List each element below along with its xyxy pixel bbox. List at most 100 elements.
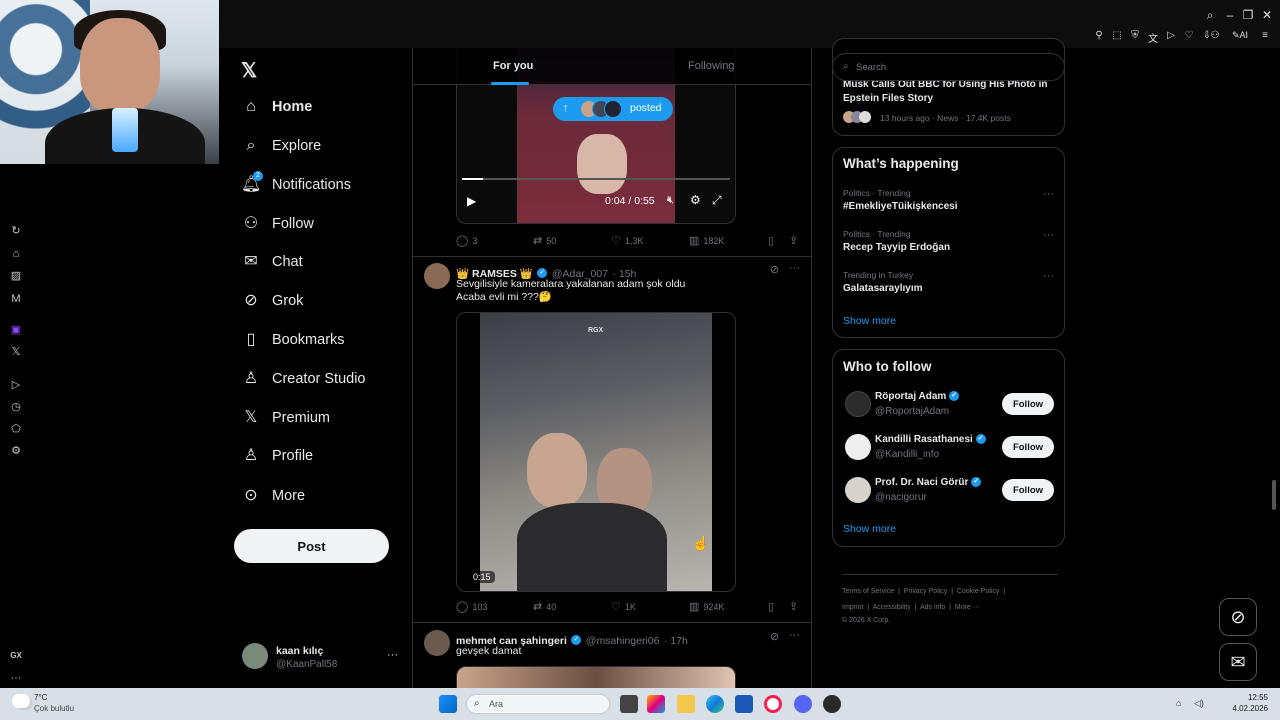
more-icon[interactable]: ··· (789, 262, 800, 274)
scrollbar-thumb[interactable] (1272, 480, 1276, 510)
footer-link[interactable]: Terms of Service (842, 588, 894, 595)
x-logo-icon[interactable]: 𝕏 (241, 58, 257, 83)
grok-icon[interactable]: ⊘ (770, 263, 779, 276)
messages-fab-icon[interactable]: ✉ (1219, 643, 1257, 681)
avatar[interactable] (845, 391, 871, 417)
task-view-icon[interactable] (620, 695, 638, 713)
nav-item-more[interactable]: ⊙ More (241, 482, 305, 510)
speaker-icon[interactable]: ◁) (1194, 698, 1204, 709)
video-progress-track[interactable] (462, 178, 730, 180)
x-sidebar-icon[interactable]: 𝕏 (9, 345, 23, 359)
trend-name[interactable]: Galatasaraylıyım (843, 283, 923, 294)
nav-item-bookmarks[interactable]: ▯ Bookmarks (241, 326, 345, 354)
steam-icon[interactable] (823, 695, 841, 713)
mute-icon[interactable]: 🔇︎ (667, 194, 674, 207)
tab-for-you[interactable]: For you (493, 60, 533, 72)
nav-item-profile[interactable]: ♙ Profile (241, 442, 313, 470)
pin-icon[interactable]: ⚲ (1091, 30, 1107, 41)
views-button[interactable]: ▥ 924K (689, 600, 724, 613)
nav-item-follow[interactable]: ⚇ Follow (241, 210, 314, 238)
taskbar-search-input[interactable]: ⌕ Ara (466, 694, 610, 714)
reply-button[interactable]: ◯ 103 (456, 600, 487, 613)
bookmark-button[interactable]: ▯ (768, 234, 778, 247)
discord-icon[interactable] (794, 695, 812, 713)
messenger-icon[interactable]: M (9, 292, 23, 306)
avatar[interactable] (845, 434, 871, 460)
share-button[interactable]: ⇪ (789, 600, 802, 613)
nav-item-creator-studio[interactable]: ♙ Creator Studio (241, 365, 366, 393)
tweet-time[interactable]: · 17h (664, 635, 688, 647)
twitch-icon[interactable]: ▣ (9, 323, 23, 337)
post-button[interactable]: Post (234, 529, 389, 563)
follow-user-name[interactable]: Kandilli Rasathanesi ✓ (875, 434, 986, 445)
tab-following[interactable]: Following (688, 60, 734, 72)
avatar[interactable] (424, 263, 450, 289)
edge-icon[interactable] (706, 695, 724, 713)
restore-icon[interactable]: ❐ (1240, 8, 1256, 22)
heart-icon[interactable]: ♡ (1181, 30, 1197, 41)
repost-button[interactable]: ⇄ 40 (533, 600, 556, 613)
trend-more-icon[interactable]: ··· (1043, 229, 1054, 241)
new-posts-pill[interactable]: ↑ posted (553, 97, 673, 121)
tweet-author-handle[interactable]: @msahingeri06 (586, 635, 660, 647)
bookmark-button[interactable]: ▯ (768, 600, 778, 613)
play-icon[interactable]: ▷ (1163, 30, 1179, 41)
follow-button[interactable]: Follow (1002, 436, 1054, 458)
grok-fab-icon[interactable]: ⊘ (1219, 598, 1257, 636)
nav-item-premium[interactable]: 𝕏 Premium (241, 404, 330, 432)
footer-link[interactable]: Cookie Policy (957, 588, 999, 595)
weather-temp[interactable]: 7°C (34, 693, 47, 702)
trend-more-icon[interactable]: ··· (1043, 188, 1054, 200)
gx-label[interactable]: GX (9, 649, 23, 663)
footer-link[interactable]: More ··· (955, 604, 980, 611)
account-icon[interactable]: ⚇ (1207, 30, 1223, 41)
avatar[interactable] (424, 630, 450, 656)
avatar[interactable] (845, 477, 871, 503)
opera-more-icon[interactable]: ··· (9, 671, 23, 685)
like-button[interactable]: ♡ 1,3K (611, 234, 643, 247)
fullscreen-icon[interactable]: ⤢ (712, 193, 722, 208)
footer-link[interactable]: Ads info (920, 604, 945, 611)
trend-name[interactable]: #EmekliyeTüikişkencesi (843, 201, 958, 212)
follow-button[interactable]: Follow (1002, 393, 1054, 415)
windows-start-icon[interactable] (439, 695, 457, 713)
aria-icon[interactable]: ⌂ (9, 247, 23, 261)
copilot-icon[interactable] (647, 695, 665, 713)
nav-item-grok[interactable]: ⊘ Grok (241, 287, 303, 315)
menu-icon[interactable]: ≡ (1257, 30, 1273, 41)
reply-button[interactable]: ◯ 3 (456, 234, 477, 247)
trend-more-icon[interactable]: ··· (1043, 270, 1054, 282)
pinboard-icon[interactable]: ▨ (9, 269, 23, 283)
nav-item-home[interactable]: ⌂ Home (241, 93, 312, 121)
shield-icon[interactable]: ⛨ (1127, 30, 1143, 41)
search-input[interactable]: ⌕ Search (832, 53, 1065, 81)
like-button[interactable]: ♡ 1K (611, 600, 636, 613)
grok-icon[interactable]: ⊘ (770, 630, 779, 643)
nav-item-explore[interactable]: ⌕ Explore (241, 132, 322, 160)
taskbar-date[interactable]: 4.02.2026 (1224, 704, 1268, 713)
footer-link[interactable]: Imprint (842, 604, 863, 611)
follow-user-name[interactable]: Prof. Dr. Naci Görür ✓ (875, 477, 982, 488)
account-switcher[interactable]: kaan kılıç @KaanPall58 ··· (242, 643, 407, 675)
footer-link[interactable]: Accessibility (873, 604, 911, 611)
follow-user-name[interactable]: Röportaj Adam ✓ (875, 391, 960, 402)
more-icon[interactable]: ··· (789, 629, 800, 641)
extensions-icon[interactable]: ⬠ (9, 422, 23, 436)
weather-text[interactable]: Çok bulutlu (34, 704, 74, 713)
share-button[interactable]: ⇪ (789, 234, 802, 247)
repost-button[interactable]: ⇄ 50 (533, 234, 556, 247)
show-more-link[interactable]: Show more (843, 523, 896, 535)
footer-link[interactable]: Privacy Policy (904, 588, 948, 595)
ai-icon[interactable]: ✎AI (1229, 30, 1251, 41)
settings-icon[interactable]: ⚙ (9, 444, 23, 458)
trend-name[interactable]: Recep Tayyip Erdoğan (843, 242, 950, 253)
speed-dial-icon[interactable]: ↻ (9, 224, 23, 238)
store-icon[interactable] (735, 695, 753, 713)
play-icon[interactable]: ▶ (467, 194, 476, 208)
snapshot-icon[interactable]: ⬚ (1109, 30, 1125, 41)
close-icon[interactable]: ✕ (1259, 8, 1275, 22)
taskbar-time[interactable]: 12:55 (1232, 693, 1268, 702)
follow-button[interactable]: Follow (1002, 479, 1054, 501)
nav-item-chat[interactable]: ✉ Chat (241, 248, 302, 276)
network-icon[interactable]: ⌂ (1176, 698, 1181, 708)
